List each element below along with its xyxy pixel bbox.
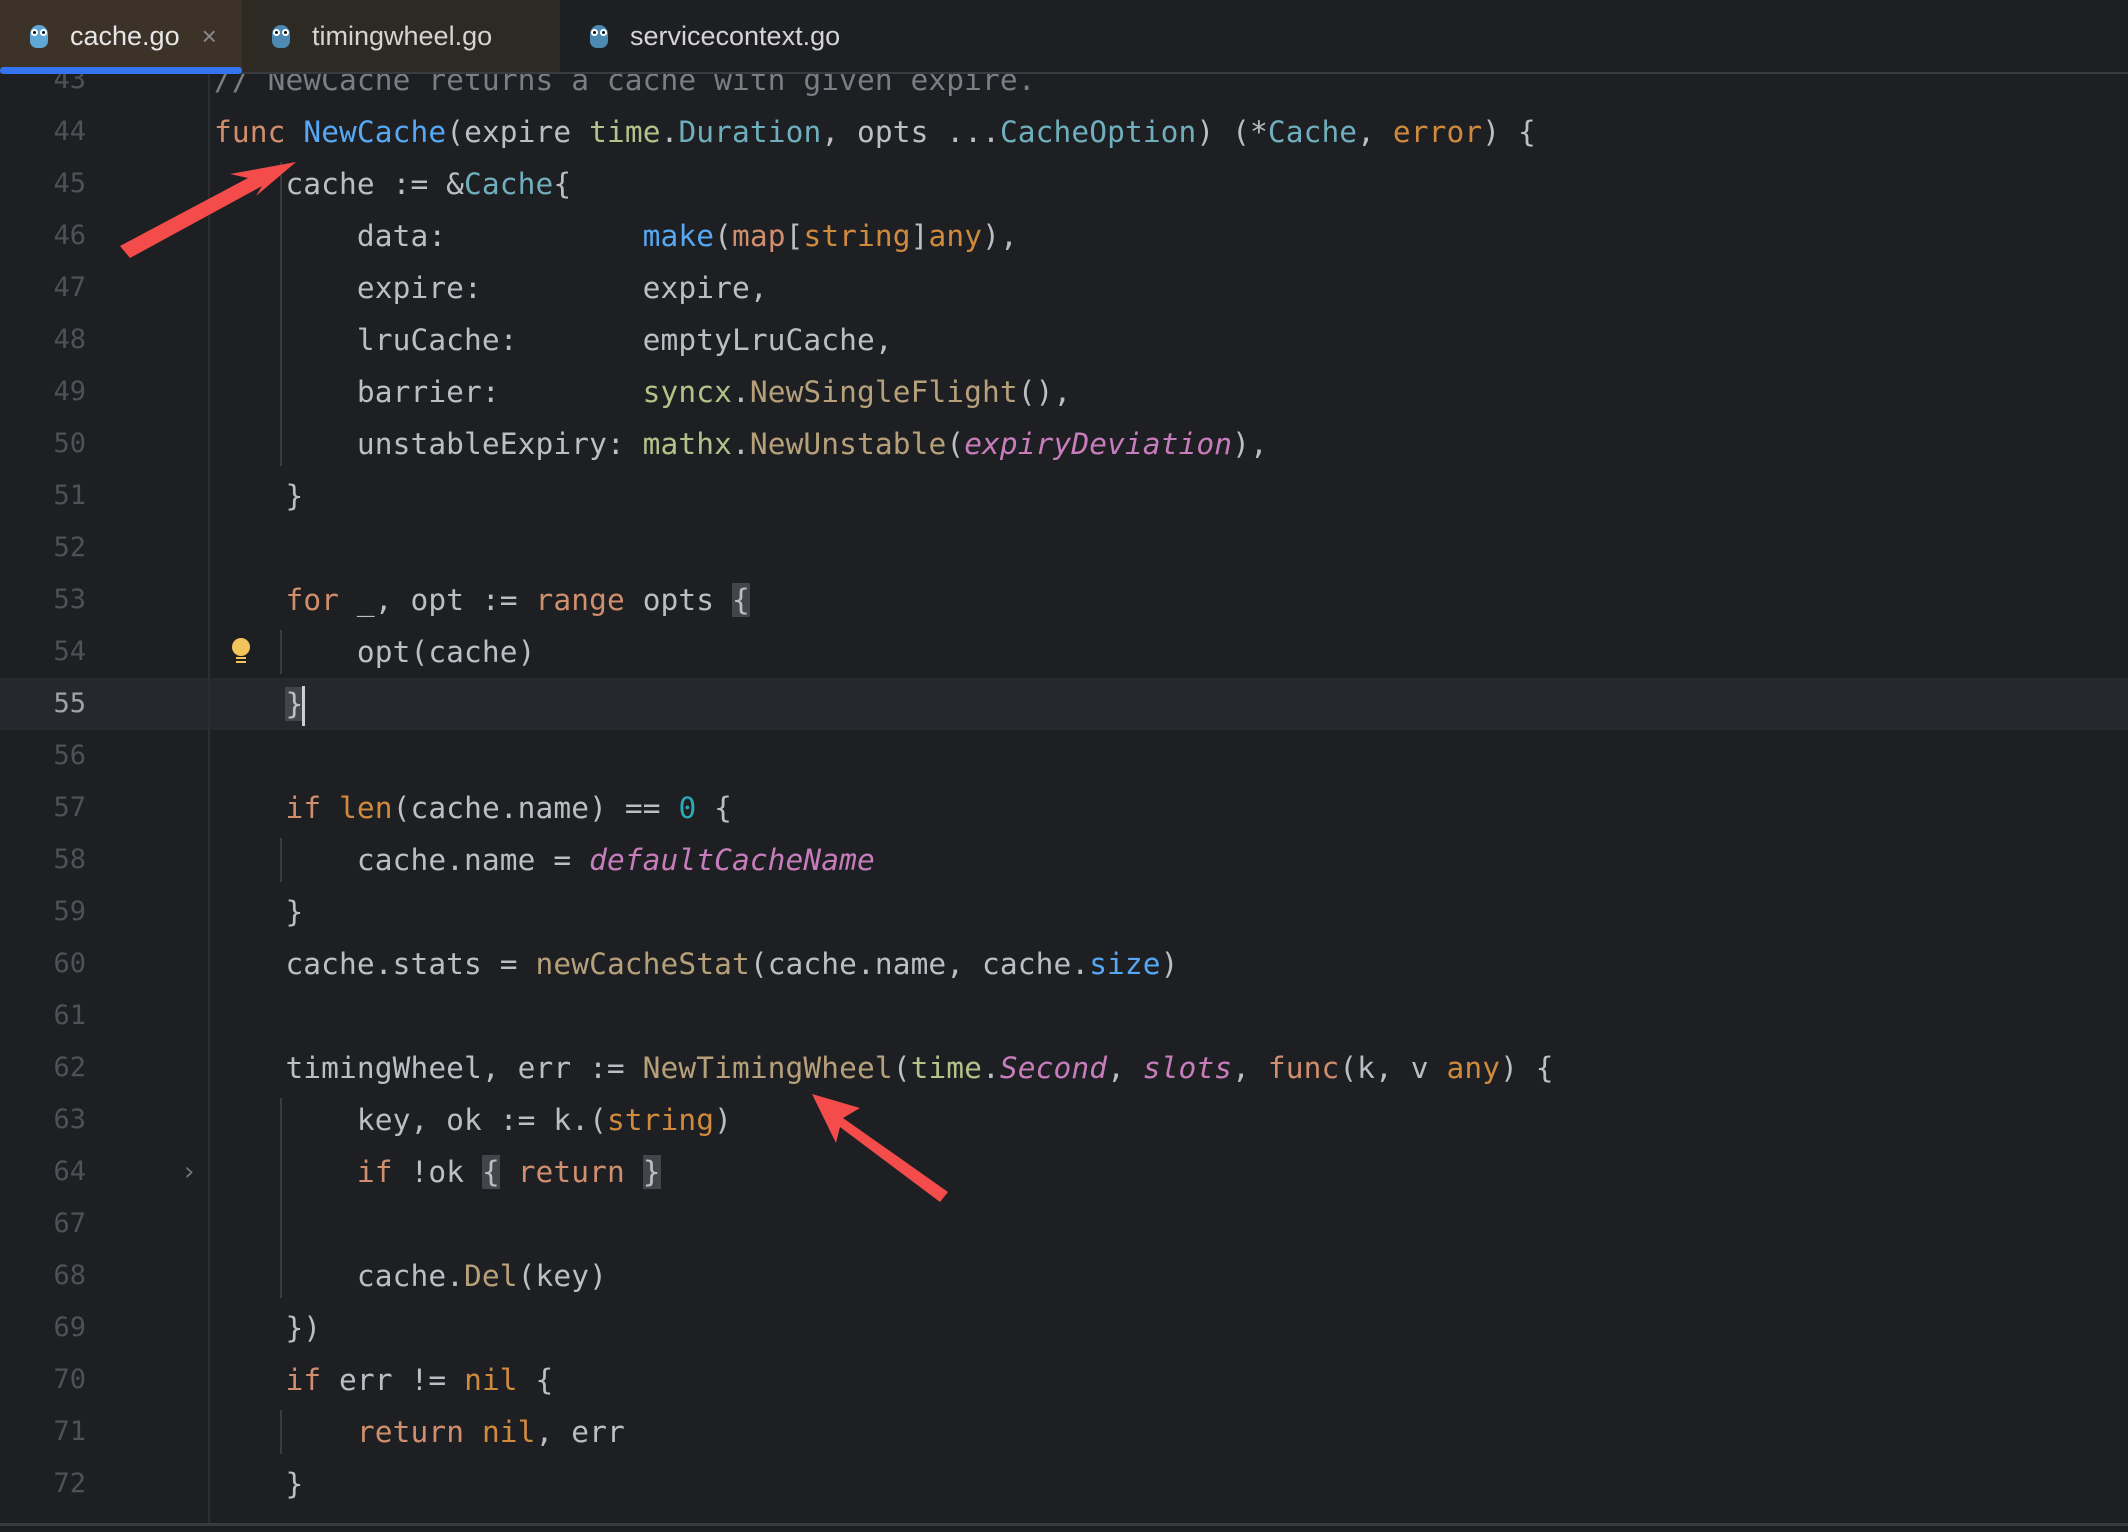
arrow-to-newcache [120,162,296,258]
arrow-to-newtimingwheel [812,1094,948,1202]
annotation-layer [120,162,948,1202]
